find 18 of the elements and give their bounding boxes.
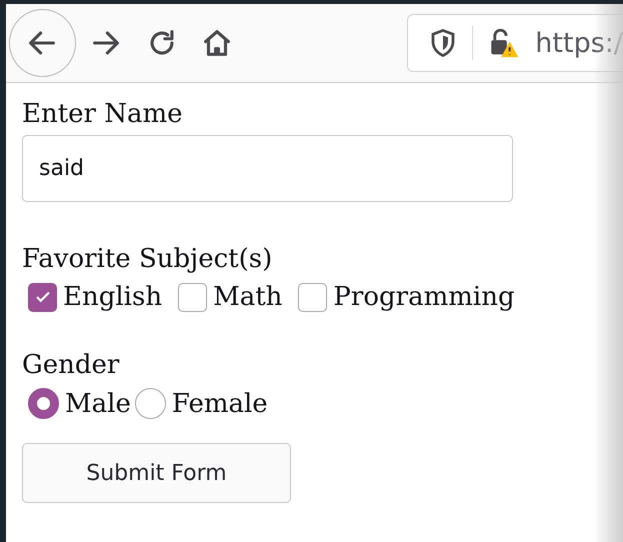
radio-button[interactable] [28,388,59,419]
field-label: Enter Name [22,98,184,131]
back-button[interactable] [9,9,76,77]
group-label: Gender [22,349,120,382]
checkbox[interactable] [178,282,208,312]
checkbox[interactable] [28,282,57,312]
submit-button[interactable]: Submit Form [22,443,291,503]
checkbox-label: Math [213,282,282,312]
radio-label: Male [65,388,131,418]
url-text: https:/ [535,28,623,58]
checkbox-label: English [63,282,162,312]
name-input-field[interactable]: said [22,135,513,202]
radio-button[interactable] [134,388,166,419]
radio-label: Female [172,388,268,418]
address-bar[interactable]: https:/ [407,14,623,72]
group-label: Favorite Subject(s) [22,243,274,276]
checkbox-label: Programming [333,282,515,312]
checkbox[interactable] [298,282,328,312]
